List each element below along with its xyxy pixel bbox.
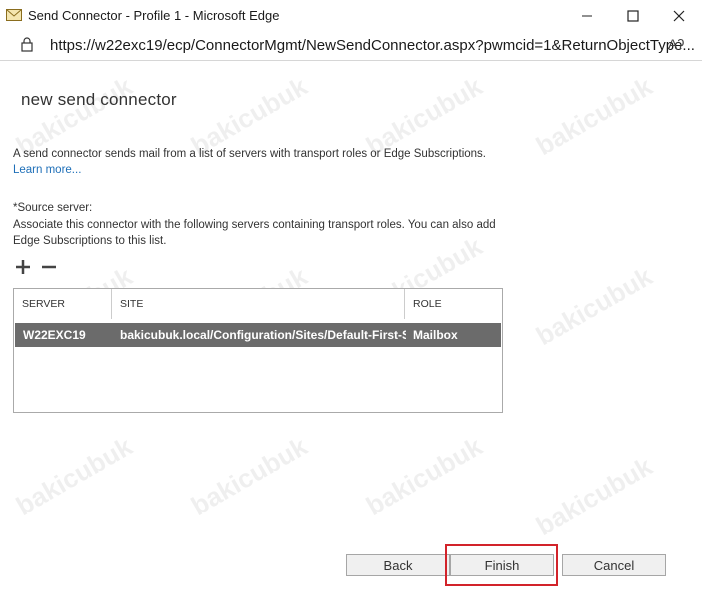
watermark: bakicubuk: [185, 430, 313, 522]
url-text[interactable]: https://w22exc19/ecp/ConnectorMgmt/NewSe…: [50, 37, 695, 54]
window-title: Send Connector - Profile 1 - Microsoft E…: [28, 8, 280, 23]
add-server-button[interactable]: [14, 258, 32, 276]
maximize-button[interactable]: [610, 0, 656, 32]
page-title: new send connector: [21, 90, 177, 109]
column-header-site[interactable]: SITE: [111, 289, 404, 319]
table-row[interactable]: W22EXC19 bakicubuk.local/Configuration/S…: [15, 323, 501, 347]
watermark: bakicubuk: [530, 260, 658, 352]
learn-more-link[interactable]: Learn more...: [13, 164, 81, 176]
window-titlebar: Send Connector - Profile 1 - Microsoft E…: [0, 0, 702, 32]
cancel-button[interactable]: Cancel: [562, 554, 666, 576]
watermark: bakicubuk: [530, 450, 658, 542]
watermark: bakicubuk: [360, 430, 488, 522]
maximize-icon: [627, 10, 639, 22]
finish-highlight-box: [445, 544, 558, 586]
lock-icon[interactable]: [21, 37, 33, 52]
column-header-server[interactable]: SERVER: [14, 289, 111, 319]
back-button[interactable]: Back: [346, 554, 450, 576]
cell-server: W22EXC19: [23, 328, 86, 342]
envelope-app-icon: [6, 9, 22, 21]
cell-role: Mailbox: [413, 328, 458, 342]
source-server-table: SERVER SITE ROLE W22EXC19 bakicubuk.loca…: [13, 288, 503, 413]
close-icon: [673, 10, 685, 22]
source-server-description: Associate this connector with the follow…: [13, 219, 496, 247]
cell-site: bakicubuk.local/Configuration/Sites/Defa…: [120, 328, 406, 342]
minimize-icon: [582, 15, 592, 17]
watermark: bakicubuk: [10, 430, 138, 522]
address-bar[interactable]: https://w22exc19/ecp/ConnectorMgmt/NewSe…: [0, 32, 702, 61]
remove-server-button[interactable]: [40, 258, 58, 276]
source-server-label: *Source server:: [13, 202, 93, 214]
page-content: bakicubuk bakicubuk bakicubuk bakicubuk …: [0, 61, 702, 613]
minimize-button[interactable]: [564, 0, 610, 32]
table-header: SERVER SITE ROLE: [14, 289, 502, 319]
column-header-role[interactable]: ROLE: [404, 289, 502, 319]
close-button[interactable]: [656, 0, 702, 32]
intro-text: A send connector sends mail from a list …: [13, 148, 486, 160]
read-aloud-icon[interactable]: Aʔ: [668, 36, 684, 52]
watermark: bakicubuk: [530, 70, 658, 162]
